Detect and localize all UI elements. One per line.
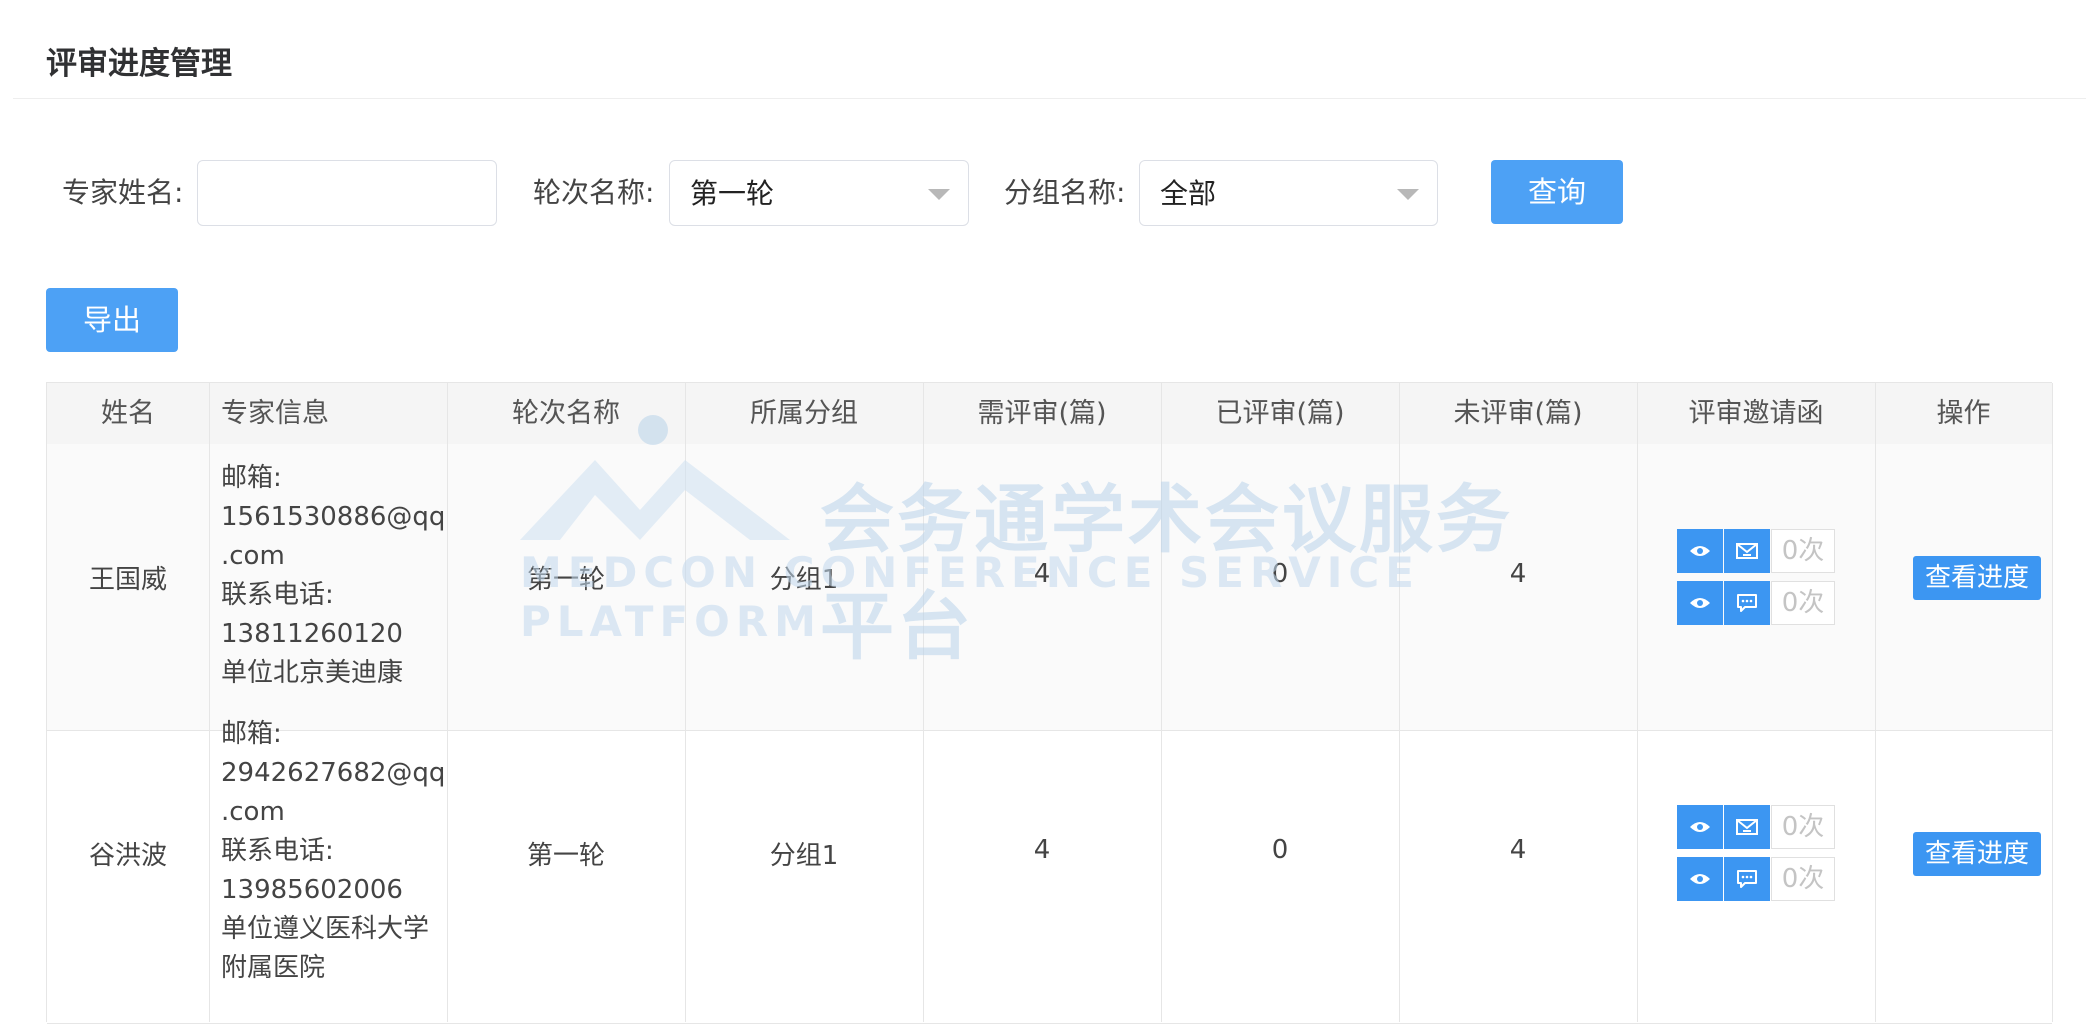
- column-header-name: 姓名: [101, 398, 155, 429]
- pending-count: 4: [1509, 835, 1527, 865]
- column-divider: [209, 383, 210, 1022]
- expert-info: 邮箱: 2942627682@qq .com 联系电话: 13985602006…: [221, 715, 451, 988]
- column-divider: [1399, 383, 1400, 1022]
- column-header-round: 轮次名称: [512, 398, 620, 429]
- round-name: 第一轮: [526, 841, 605, 871]
- group-select[interactable]: 全部: [1139, 160, 1438, 226]
- sms-count: 0次: [1771, 857, 1835, 901]
- column-header-expert-info: 专家信息: [221, 398, 329, 429]
- page-title: 评审进度管理: [46, 46, 232, 82]
- phone-label: 联系电话:: [221, 836, 334, 866]
- preview-email-button[interactable]: [1677, 529, 1723, 573]
- chat-bubble-icon: [1737, 870, 1757, 888]
- column-divider: [1161, 383, 1162, 1022]
- pending-count: 4: [1509, 559, 1527, 589]
- column-header-invitation: 评审邀请函: [1688, 398, 1824, 429]
- round-name-label: 轮次名称:: [533, 176, 655, 209]
- round-name: 第一轮: [526, 565, 605, 595]
- query-button[interactable]: 查询: [1491, 160, 1623, 224]
- envelope-icon: [1736, 819, 1758, 835]
- sms-count: 0次: [1771, 581, 1835, 625]
- expert-name: 谷洪波: [88, 841, 167, 871]
- email-count: 0次: [1771, 529, 1835, 573]
- eye-icon: [1690, 546, 1710, 556]
- email-value-cont: .com: [221, 797, 285, 827]
- eye-icon: [1690, 822, 1710, 832]
- eye-icon: [1690, 598, 1710, 608]
- round-select-value: 第一轮: [690, 177, 775, 210]
- required-count: 4: [1033, 835, 1051, 865]
- chevron-down-icon: [1397, 189, 1419, 200]
- title-divider: [13, 98, 2086, 99]
- phone-label: 联系电话:: [221, 580, 334, 610]
- phone-value: 13811260120: [221, 619, 403, 649]
- email-value-cont: .com: [221, 541, 285, 571]
- email-value: 2942627682@qq: [221, 758, 446, 788]
- email-label: 邮箱:: [221, 719, 282, 749]
- chevron-down-icon: [928, 189, 950, 200]
- email-count: 0次: [1771, 805, 1835, 849]
- organization-value: 单位北京美迪康: [221, 658, 404, 688]
- preview-sms-button[interactable]: [1677, 857, 1723, 901]
- column-divider: [1637, 383, 1638, 1022]
- group-select-value: 全部: [1160, 177, 1217, 210]
- envelope-icon: [1736, 543, 1758, 559]
- expert-name-label: 专家姓名:: [62, 176, 184, 209]
- column-divider: [685, 383, 686, 1022]
- organization-value-cont: 附属医院: [221, 953, 326, 983]
- eye-icon: [1690, 874, 1710, 884]
- export-button[interactable]: 导出: [46, 288, 178, 352]
- preview-sms-button[interactable]: [1677, 581, 1723, 625]
- send-email-button[interactable]: [1724, 805, 1770, 849]
- group-name: 分组1: [769, 565, 839, 595]
- chat-bubble-icon: [1737, 594, 1757, 612]
- column-divider: [1875, 383, 1876, 1022]
- view-progress-button[interactable]: 查看进度: [1913, 556, 2041, 600]
- column-header-group: 所属分组: [750, 398, 858, 429]
- column-header-reviewed: 已评审(篇): [1215, 398, 1345, 429]
- column-header-pending: 未评审(篇): [1453, 398, 1583, 429]
- column-header-actions: 操作: [1936, 398, 1991, 429]
- preview-email-button[interactable]: [1677, 805, 1723, 849]
- round-select[interactable]: 第一轮: [669, 160, 969, 226]
- group-name: 分组1: [769, 841, 839, 871]
- reviewed-count: 0: [1271, 559, 1289, 589]
- send-sms-button[interactable]: [1724, 581, 1770, 625]
- send-sms-button[interactable]: [1724, 857, 1770, 901]
- column-divider: [2052, 383, 2053, 1022]
- reviewed-count: 0: [1271, 835, 1289, 865]
- review-progress-table: 姓名 专家信息 轮次名称 所属分组 需评审(篇) 已评审(篇) 未评审(篇) 评…: [46, 382, 2053, 1024]
- column-divider: [923, 383, 924, 1022]
- expert-name-input[interactable]: [197, 160, 497, 226]
- required-count: 4: [1033, 559, 1051, 589]
- email-value: 1561530886@qq: [221, 502, 446, 532]
- email-label: 邮箱:: [221, 463, 282, 493]
- expert-info: 邮箱: 1561530886@qq .com 联系电话: 13811260120…: [221, 459, 451, 693]
- phone-value: 13985602006: [221, 875, 403, 905]
- send-email-button[interactable]: [1724, 529, 1770, 573]
- expert-name: 王国威: [88, 565, 167, 595]
- organization-value: 单位遵义医科大学: [221, 914, 430, 944]
- view-progress-button[interactable]: 查看进度: [1913, 832, 2041, 876]
- group-name-label: 分组名称:: [1004, 176, 1126, 209]
- column-header-required: 需评审(篇): [977, 398, 1107, 429]
